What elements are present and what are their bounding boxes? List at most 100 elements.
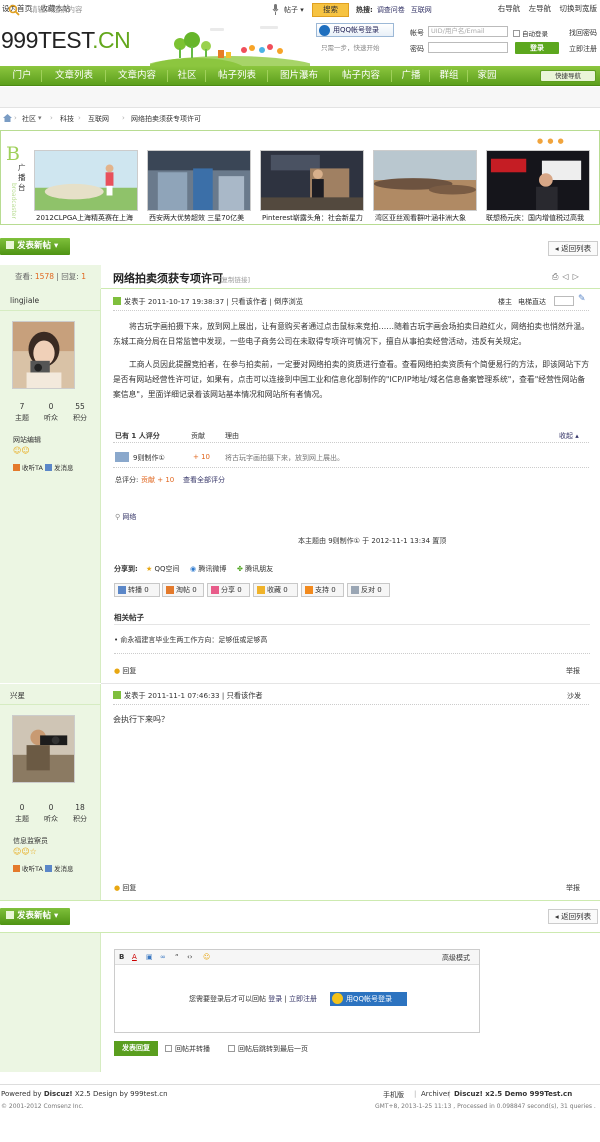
nav-item-community[interactable]: 社区 (170, 66, 204, 86)
message-link[interactable]: 发消息 (45, 464, 74, 472)
image-icon[interactable]: ▣ (146, 953, 153, 961)
rater-avatar[interactable] (115, 452, 129, 462)
back-to-list-button[interactable]: ◂ 返回列表 (548, 241, 598, 256)
author-group[interactable]: 信息监察员 (13, 836, 48, 846)
quick-nav-button[interactable]: 快捷导航 (540, 70, 596, 82)
login-button[interactable]: 登录 (515, 42, 559, 54)
right-nav-link[interactable]: 右导航 (498, 4, 521, 13)
print-icon[interactable]: ⎙ (552, 272, 562, 281)
mobile-link[interactable]: 手机版 (383, 1090, 404, 1100)
reply-editor[interactable]: B A ▣ ∞ “ ‹› ☺ 高级模式 您需要登录后才可以回帖 登录 | 立即注… (114, 949, 480, 1033)
register-link[interactable]: 立即注册 (569, 44, 597, 54)
broadcast-thumbnail[interactable] (373, 150, 477, 211)
quote-icon[interactable]: “ (175, 953, 179, 961)
author-group[interactable]: 网站编辑 (13, 435, 41, 445)
nav-item-groups[interactable]: 群组 (432, 66, 466, 86)
new-post-button[interactable]: 发表新帖 ▾ (0, 908, 70, 925)
nav-item-article-list[interactable]: 文章列表 (44, 66, 104, 86)
left-nav-link[interactable]: 左导航 (529, 4, 552, 13)
author-stat[interactable]: 55 积分 (70, 402, 90, 423)
support-button[interactable]: 支持 0 (301, 583, 344, 597)
jump-to-last-page-checkbox[interactable]: 回帖后跳转到最后一页 (228, 1044, 308, 1054)
favorite-button[interactable]: 收藏 0 (253, 583, 298, 597)
oppose-button[interactable]: 反对 0 (347, 583, 390, 597)
broadcast-thumbnail[interactable] (260, 150, 364, 211)
account-field[interactable]: UID/用户名/Email (428, 26, 508, 37)
author-name[interactable]: 兴星 (10, 690, 25, 701)
site-demo-link[interactable]: Discuz! x2.5 Demo 999Test.cn (454, 1090, 572, 1098)
microphone-icon[interactable] (272, 4, 279, 15)
report-link[interactable]: 举报 (566, 883, 580, 893)
reply-register-link[interactable]: 立即注册 (289, 995, 317, 1003)
broadcast-caption[interactable]: 联想杨元庆：国内增值税过高我 (486, 213, 596, 223)
nav-item-article-content[interactable]: 文章内容 (108, 66, 166, 86)
hot-search-link[interactable]: 互联网 (411, 6, 432, 14)
message-link[interactable]: 发消息 (45, 865, 74, 873)
rating-collapse-link[interactable]: 收起 ▴ (559, 431, 579, 441)
breadcrumb-item[interactable]: 社区 (22, 114, 36, 124)
qq-login-button[interactable]: 用QQ帐号登录 (330, 992, 407, 1006)
follow-link[interactable]: 收听TA (13, 865, 43, 873)
reverse-order-link[interactable]: 倒序浏览 (274, 297, 303, 306)
reply-login-link[interactable]: 登录 (268, 995, 282, 1003)
hot-search-link[interactable]: 调查问卷 (377, 6, 405, 14)
auto-login-checkbox[interactable]: 自动登录 (513, 28, 548, 38)
qq-login-button[interactable]: 用QQ帐号登录 (316, 23, 394, 37)
share-qzone[interactable]: ★ QQ空间 (146, 564, 180, 574)
related-item[interactable]: • 俞永福建言毕业生两工作方向：足够低或足够高 (114, 635, 267, 645)
reply-and-forward-checkbox[interactable]: 回帖并转播 (165, 1044, 210, 1054)
broadcast-caption[interactable]: 湾区亚丝观看群叶涵非洲大象 (375, 213, 483, 223)
carousel-dots[interactable]: ● ● ● (537, 137, 565, 145)
reply-link[interactable]: ● 回复 (114, 883, 136, 893)
bold-icon[interactable]: B (119, 953, 124, 961)
search-button[interactable]: 搜索 (312, 3, 349, 17)
next-thread-icon[interactable]: ▷ (573, 272, 583, 281)
copy-link[interactable]: [复制链接] (219, 274, 250, 284)
new-post-button[interactable]: 发表新帖 ▾ (0, 238, 70, 255)
only-author-link[interactable]: 只看该作者 (231, 297, 267, 306)
share-pengyou[interactable]: ✤ 腾讯朋友 (237, 564, 273, 574)
broadcast-thumbnail[interactable] (147, 150, 251, 211)
share-weibo[interactable]: ◉ 腾讯微博 (190, 564, 226, 574)
search-scope-select[interactable]: 帖子 ▾ (284, 5, 304, 15)
broadcast-thumbnail[interactable] (34, 150, 138, 211)
breadcrumb-item[interactable]: 科技 (60, 114, 74, 124)
advanced-mode-link[interactable]: 高级模式 (442, 953, 470, 963)
link-icon[interactable]: ∞ (160, 953, 166, 961)
forward-button[interactable]: 转播 0 (114, 583, 160, 597)
home-icon[interactable] (3, 114, 12, 122)
breadcrumb-item[interactable]: 互联网 (88, 114, 109, 124)
reply-link[interactable]: ● 回复 (114, 666, 136, 676)
author-stat[interactable]: 7 主题 (12, 402, 32, 423)
nav-item-home[interactable]: 家园 (470, 66, 504, 86)
smiley-icon[interactable]: ☺ (203, 953, 210, 961)
follow-link[interactable]: 收听TA (13, 464, 43, 472)
site-logo[interactable]: 999TEST.CN (1, 27, 131, 54)
chevron-down-icon[interactable]: ▾ (38, 114, 42, 122)
author-avatar[interactable] (12, 715, 75, 783)
share-button[interactable]: 分享 0 (207, 583, 250, 597)
nav-item-thread-content[interactable]: 帖子内容 (332, 66, 390, 86)
back-to-list-button[interactable]: ◂ 返回列表 (548, 909, 598, 924)
broadcast-caption[interactable]: Pinterest崭露头角：社会新星力 (262, 213, 370, 223)
prev-thread-icon[interactable]: ◁ (562, 272, 572, 281)
nav-item-broadcast[interactable]: 广播 (394, 66, 428, 86)
report-link[interactable]: 举报 (566, 666, 580, 676)
floor-jump-input[interactable] (554, 296, 574, 306)
author-stat[interactable]: 18 积分 (70, 803, 90, 824)
broadcast-caption[interactable]: 2012CLPGA上海精英赛在上海 (36, 213, 144, 223)
switch-width-link[interactable]: 切换到宽版 (560, 4, 598, 13)
rater-name[interactable]: 9则制作① (133, 453, 165, 463)
password-field[interactable] (428, 42, 508, 53)
author-name[interactable]: lingjiale (10, 296, 39, 305)
tag-link[interactable]: 网络 (122, 513, 136, 521)
search-input[interactable]: 请输入搜索内容 (30, 3, 280, 17)
broadcast-thumbnail[interactable] (486, 150, 590, 211)
only-author-link[interactable]: 只看该作者 (227, 691, 263, 700)
submit-reply-button[interactable]: 发表回复 (114, 1041, 158, 1056)
find-password-link[interactable]: 找回密码 (569, 28, 597, 38)
nav-item-portal[interactable]: 门户 (4, 66, 40, 86)
discuz-link[interactable]: Discuz! (44, 1090, 73, 1098)
nav-item-thread-list[interactable]: 帖子列表 (208, 66, 266, 86)
code-icon[interactable]: ‹› (187, 953, 193, 961)
